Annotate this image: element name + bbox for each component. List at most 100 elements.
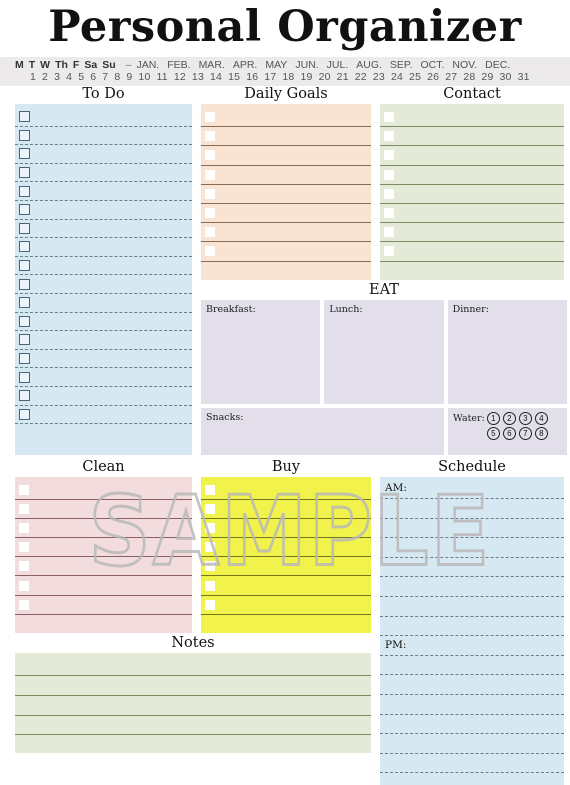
meal-breakfast[interactable]: Breakfast: bbox=[201, 300, 320, 404]
goal-row[interactable] bbox=[201, 146, 371, 165]
calendar-month-oct[interactable]: OCT. bbox=[421, 59, 453, 71]
goal-row[interactable] bbox=[201, 127, 371, 146]
checkbox-icon[interactable] bbox=[205, 112, 215, 122]
calendar-date-23[interactable]: 23 bbox=[373, 71, 391, 83]
calendar-date-7[interactable]: 7 bbox=[102, 71, 114, 83]
calendar-date-8[interactable]: 8 bbox=[114, 71, 126, 83]
calendar-date-10[interactable]: 10 bbox=[138, 71, 156, 83]
todo-row[interactable] bbox=[15, 108, 192, 127]
clean-row[interactable] bbox=[15, 576, 192, 595]
schedule-row-am[interactable] bbox=[380, 597, 564, 617]
calendar-date-16[interactable]: 16 bbox=[246, 71, 264, 83]
water-tracker[interactable]: 12345678 bbox=[487, 411, 548, 440]
todo-row[interactable] bbox=[15, 294, 192, 313]
checkbox-icon[interactable] bbox=[384, 112, 394, 122]
calendar-date-14[interactable]: 14 bbox=[210, 71, 228, 83]
calendar-month-aug[interactable]: AUG. bbox=[356, 59, 390, 71]
schedule-row-pm[interactable] bbox=[380, 715, 564, 735]
water-circle-6[interactable]: 6 bbox=[503, 427, 516, 440]
checkbox-icon[interactable] bbox=[384, 189, 394, 199]
checkbox-icon[interactable] bbox=[19, 316, 30, 327]
clean-row[interactable] bbox=[15, 500, 192, 519]
calendar-date-26[interactable]: 26 bbox=[427, 71, 445, 83]
clean-row[interactable] bbox=[15, 596, 192, 615]
contact-row[interactable] bbox=[380, 146, 564, 165]
schedule-row-am[interactable] bbox=[380, 558, 564, 578]
contact-row[interactable] bbox=[380, 242, 564, 261]
checkbox-icon[interactable] bbox=[19, 504, 29, 514]
todo-row[interactable] bbox=[15, 350, 192, 369]
checkbox-icon[interactable] bbox=[384, 227, 394, 237]
checkbox-icon[interactable] bbox=[19, 223, 30, 234]
calendar-day-w[interactable]: W bbox=[40, 59, 55, 71]
schedule-row-am[interactable] bbox=[380, 617, 564, 637]
checkbox-icon[interactable] bbox=[19, 279, 30, 290]
checkbox-icon[interactable] bbox=[205, 542, 215, 552]
calendar-day-th[interactable]: Th bbox=[55, 59, 73, 71]
checkbox-icon[interactable] bbox=[19, 581, 29, 591]
todo-row[interactable] bbox=[15, 201, 192, 220]
notes-row[interactable] bbox=[15, 676, 371, 696]
clean-row[interactable] bbox=[15, 557, 192, 576]
contact-row[interactable] bbox=[380, 204, 564, 223]
calendar-date-3[interactable]: 3 bbox=[54, 71, 66, 83]
checkbox-icon[interactable] bbox=[19, 167, 30, 178]
checkbox-icon[interactable] bbox=[205, 150, 215, 160]
checkbox-icon[interactable] bbox=[205, 227, 215, 237]
calendar-dates-row[interactable]: 1234567891011121314151617181920212223242… bbox=[0, 71, 570, 83]
calendar-days-months-row[interactable]: MTWThFSaSu–JAN.FEB.MAR.APR.MAYJUN.JUL.AU… bbox=[0, 59, 570, 71]
checkbox-icon[interactable] bbox=[384, 131, 394, 141]
calendar-date-2[interactable]: 2 bbox=[42, 71, 54, 83]
contact-row[interactable] bbox=[380, 185, 564, 204]
schedule-row-pm[interactable] bbox=[380, 656, 564, 676]
buy-row[interactable] bbox=[201, 500, 371, 519]
schedule-pm[interactable]: PM: bbox=[380, 636, 564, 656]
calendar-date-1[interactable]: 1 bbox=[30, 71, 42, 83]
todo-row[interactable] bbox=[15, 406, 192, 425]
contact-row[interactable] bbox=[380, 166, 564, 185]
meal-dinner[interactable]: Dinner: bbox=[448, 300, 567, 404]
checkbox-icon[interactable] bbox=[205, 485, 215, 495]
calendar-month-apr[interactable]: APR. bbox=[233, 59, 266, 71]
todo-row[interactable] bbox=[15, 387, 192, 406]
checkbox-icon[interactable] bbox=[384, 150, 394, 160]
calendar-month-nov[interactable]: NOV. bbox=[452, 59, 485, 71]
calendar-date-29[interactable]: 29 bbox=[481, 71, 499, 83]
clean-row[interactable] bbox=[15, 519, 192, 538]
water-circle-2[interactable]: 2 bbox=[503, 412, 516, 425]
buy-row[interactable] bbox=[201, 519, 371, 538]
calendar-day-f[interactable]: F bbox=[73, 59, 84, 71]
buy-row[interactable] bbox=[201, 596, 371, 615]
calendar-date-17[interactable]: 17 bbox=[264, 71, 282, 83]
calendar-day-su[interactable]: Su bbox=[102, 59, 120, 71]
calendar-date-5[interactable]: 5 bbox=[78, 71, 90, 83]
checkbox-icon[interactable] bbox=[19, 409, 30, 420]
checkbox-icon[interactable] bbox=[19, 600, 29, 610]
calendar-month-feb[interactable]: FEB. bbox=[167, 59, 198, 71]
calendar-month-jul[interactable]: JUL. bbox=[327, 59, 357, 71]
contact-row[interactable] bbox=[380, 127, 564, 146]
checkbox-icon[interactable] bbox=[19, 372, 30, 383]
calendar-date-12[interactable]: 12 bbox=[174, 71, 192, 83]
clean-panel[interactable] bbox=[15, 477, 192, 633]
contact-row[interactable] bbox=[380, 223, 564, 242]
calendar-date-6[interactable]: 6 bbox=[90, 71, 102, 83]
todo-row[interactable] bbox=[15, 220, 192, 239]
checkbox-icon[interactable] bbox=[205, 208, 215, 218]
checkbox-icon[interactable] bbox=[19, 111, 30, 122]
calendar-date-24[interactable]: 24 bbox=[391, 71, 409, 83]
schedule-row-am[interactable] bbox=[380, 519, 564, 539]
schedule-row-pm[interactable] bbox=[380, 675, 564, 695]
notes-row[interactable] bbox=[15, 657, 371, 677]
goal-row[interactable] bbox=[201, 204, 371, 223]
calendar-day-t[interactable]: T bbox=[29, 59, 40, 71]
contact-panel[interactable] bbox=[380, 104, 564, 280]
goal-row[interactable] bbox=[201, 185, 371, 204]
notes-row[interactable] bbox=[15, 716, 371, 736]
checkbox-icon[interactable] bbox=[205, 246, 215, 256]
checkbox-icon[interactable] bbox=[205, 504, 215, 514]
checkbox-icon[interactable] bbox=[19, 130, 30, 141]
checkbox-icon[interactable] bbox=[19, 297, 30, 308]
todo-panel[interactable] bbox=[15, 104, 192, 455]
checkbox-icon[interactable] bbox=[19, 241, 30, 252]
